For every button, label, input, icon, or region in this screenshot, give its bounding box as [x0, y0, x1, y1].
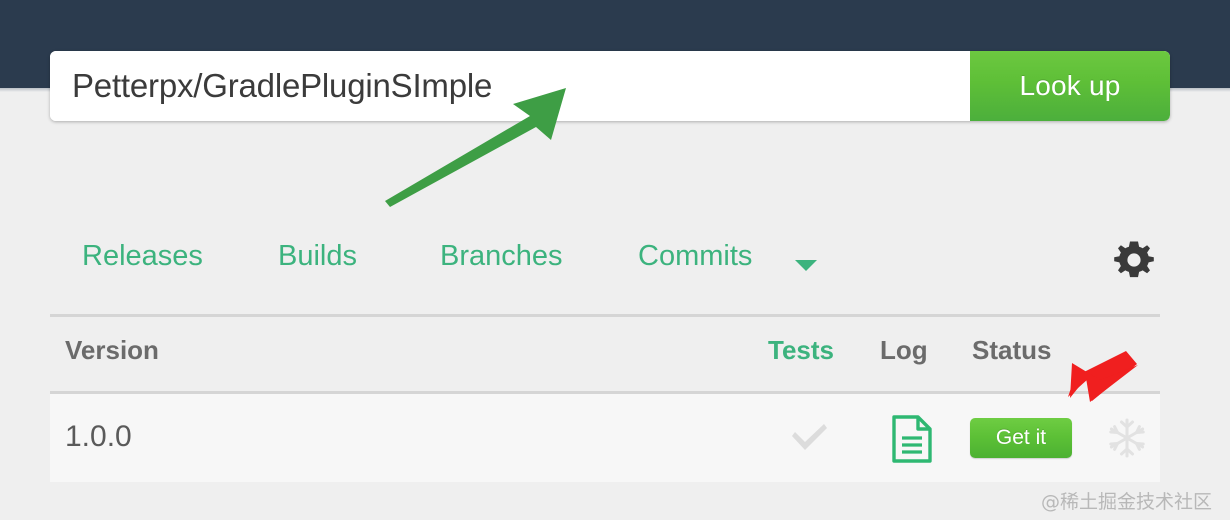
gear-icon [1114, 241, 1154, 278]
cell-version: 1.0.0 [65, 420, 132, 453]
search-input[interactable] [50, 51, 970, 121]
column-header-status: Status [972, 335, 1052, 365]
check-icon [792, 424, 827, 450]
document-icon[interactable] [890, 414, 934, 464]
watermark: @稀土掘金技术社区 [1040, 491, 1212, 513]
column-header-version: Version [65, 335, 159, 365]
cell-log[interactable] [890, 414, 934, 464]
tab-commits[interactable]: Commits [638, 240, 752, 273]
repository-search-bar: Look up [50, 51, 1170, 121]
repository-tabs: Releases Builds Branches Commits [50, 240, 1170, 302]
chevron-down-icon[interactable] [795, 260, 817, 271]
cell-tests [790, 422, 830, 454]
table-header-row: Version Tests Log Status [50, 317, 1160, 391]
column-header-log: Log [880, 335, 928, 365]
table-row: 1.0.0 Get it [50, 394, 1160, 482]
snowflake-icon[interactable] [1105, 416, 1149, 460]
tab-branches[interactable]: Branches [440, 240, 563, 273]
column-header-tests[interactable]: Tests [768, 335, 834, 366]
tab-builds[interactable]: Builds [278, 240, 357, 273]
look-up-button[interactable]: Look up [970, 51, 1170, 121]
cell-status-extra[interactable] [1105, 416, 1149, 460]
get-it-button[interactable]: Get it [970, 418, 1072, 458]
settings-button[interactable] [1108, 234, 1160, 286]
tab-releases[interactable]: Releases [82, 240, 203, 273]
